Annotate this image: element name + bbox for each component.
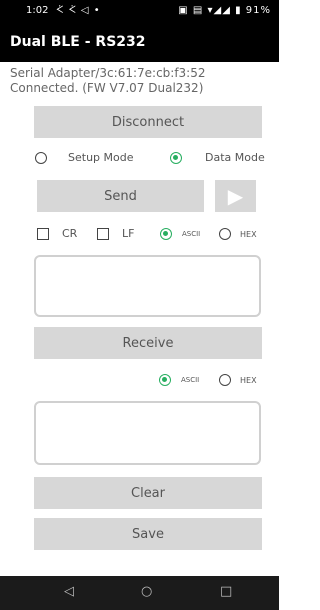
receive-hex-label: HEX [240,376,257,385]
receive-ascii-label: ASCII [181,376,200,384]
send-arrow-icon[interactable]: ▶ [215,180,256,212]
connection-info: Serial Adapter/3c:61:7e:cb:f3:52 Connect… [10,66,206,96]
connection-status: Connected. (FW V7.07 Dual232) [10,81,204,95]
app-title: Dual BLE - RS232 [10,34,146,50]
cr-label: CR [62,227,78,240]
lf-label: LF [122,227,135,240]
receive-hex-radio[interactable] [219,374,231,386]
send-text-input[interactable] [34,255,261,317]
clear-button[interactable]: Clear [34,477,262,509]
disconnect-button[interactable]: Disconnect [34,106,262,138]
back-icon[interactable]: ◁ [64,584,74,599]
home-icon[interactable]: ○ [141,584,152,599]
recents-icon[interactable]: □ [220,584,232,599]
send-hex-radio[interactable] [219,228,231,240]
data-mode-radio[interactable] [170,152,182,164]
app-bar: Dual BLE - RS232 [0,22,279,62]
device-address: Serial Adapter/3c:61:7e:cb:f3:52 [10,66,206,80]
system-status-icons: ▣ ▤ ▾◢◢ ▮ 91% [178,5,271,16]
send-ascii-label: ASCII [182,230,201,238]
setup-mode-label: Setup Mode [68,151,134,164]
save-button[interactable]: Save [34,518,262,550]
receive-text-area[interactable] [34,401,261,465]
status-time: 1:02 [26,5,49,16]
setup-mode-radio[interactable] [35,152,47,164]
status-bar: 1:02 ᢵ ᢵ ◁ • ▣ ▤ ▾◢◢ ▮ 91% [0,0,279,22]
signal-battery-icon: ▣ ▤ ▾◢◢ ▮ [178,5,242,16]
send-hex-label: HEX [240,230,257,239]
battery-percent: 91% [245,5,271,16]
send-button[interactable]: Send [37,180,204,212]
lf-checkbox[interactable] [97,228,109,240]
send-ascii-radio[interactable] [160,228,172,240]
data-mode-label: Data Mode [205,151,265,164]
notification-icons: ᢵ ᢵ ◁ • [56,5,101,16]
cr-checkbox[interactable] [37,228,49,240]
receive-ascii-radio[interactable] [159,374,171,386]
receive-button[interactable]: Receive [34,327,262,359]
system-nav-bar: ◁ ○ □ [0,576,279,610]
